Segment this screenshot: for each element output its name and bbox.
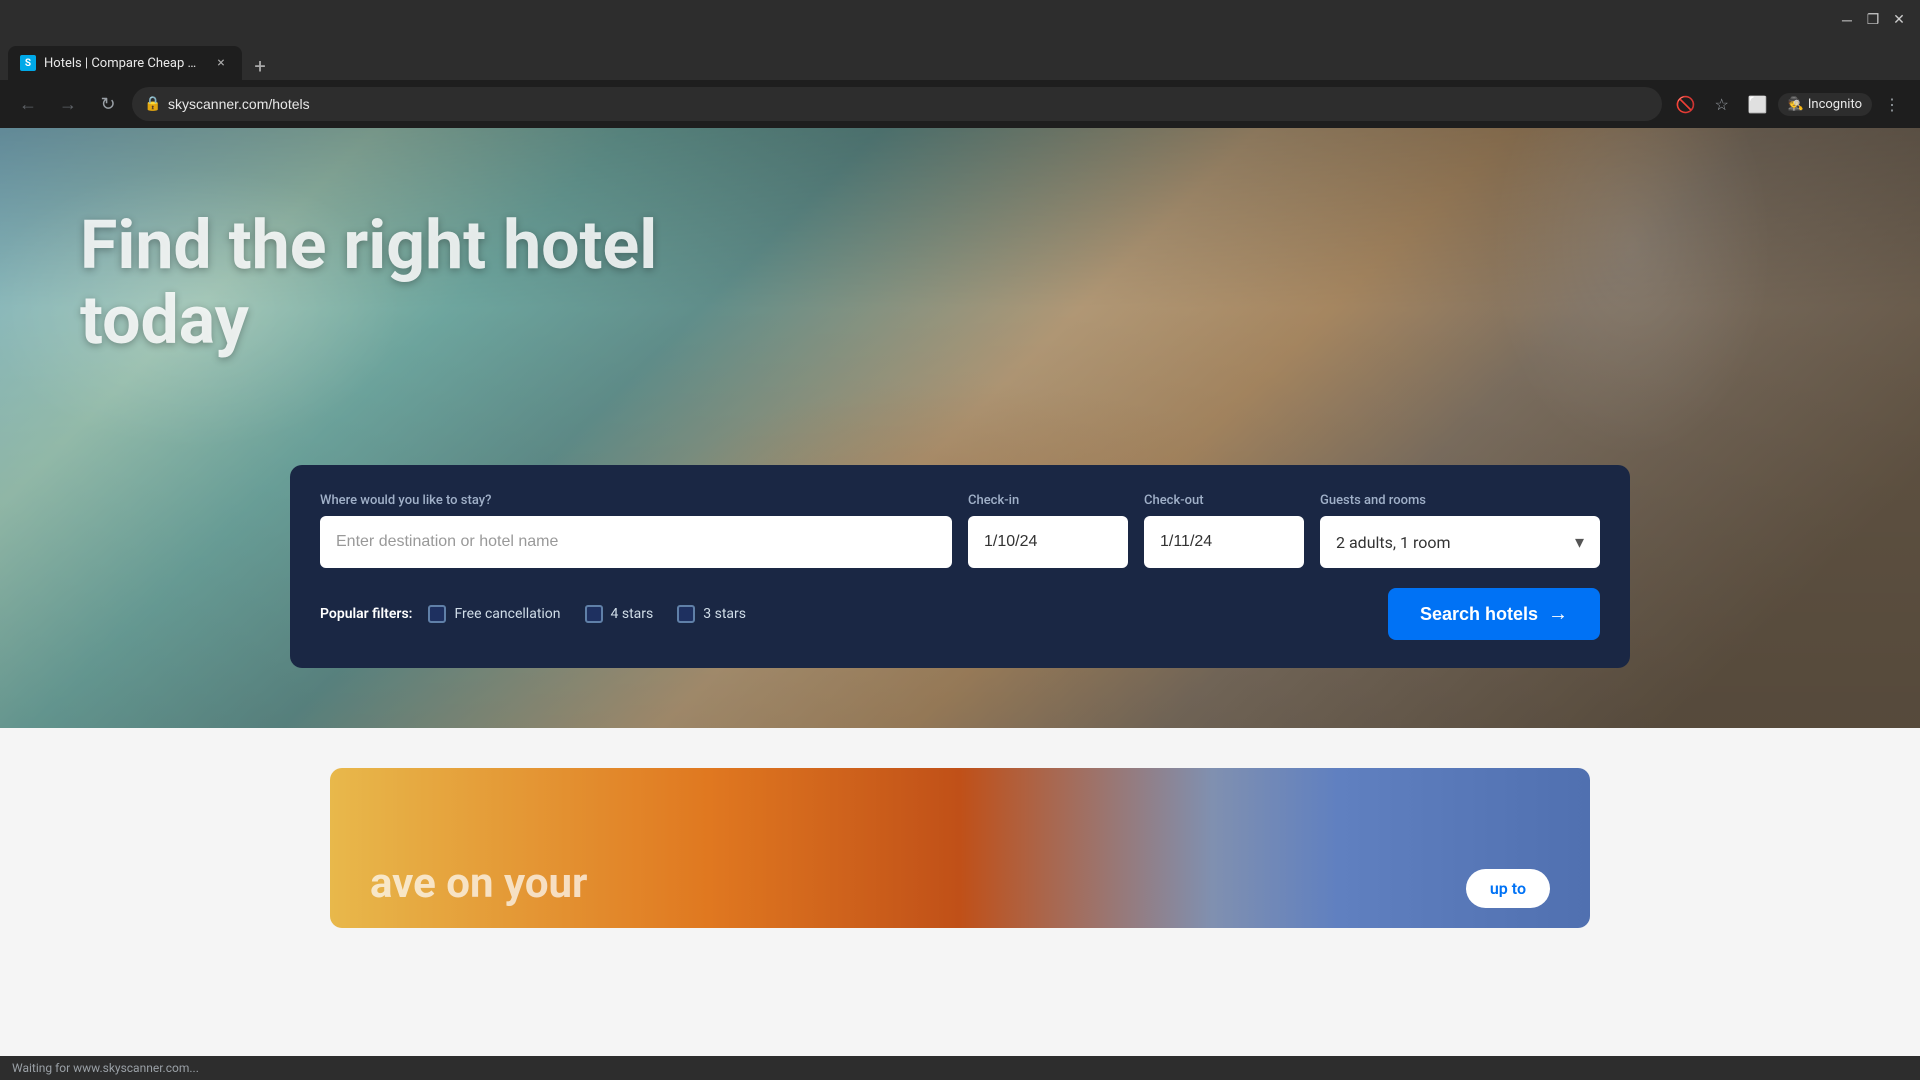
search-fields-row: Where would you like to stay? Check-in C… xyxy=(320,493,1600,568)
arrow-right-icon: → xyxy=(1548,603,1568,626)
cta-label: up to xyxy=(1490,879,1526,898)
nav-icons: 🚫 ☆ ⬜ 🕵 Incognito ⋮ xyxy=(1670,88,1908,120)
guests-selector[interactable]: 2 adults, 1 room ▾ xyxy=(1320,516,1600,568)
filters-row: Popular filters: Free cancellation 4 sta… xyxy=(320,588,1600,640)
tab-bar: S Hotels | Compare Cheap Hotel × + xyxy=(0,40,1920,80)
card-text: ave on your xyxy=(370,859,587,908)
guests-label: Guests and rooms xyxy=(1320,493,1600,508)
status-text: Waiting for www.skyscanner.com... xyxy=(12,1061,199,1075)
three-stars-filter[interactable]: 3 stars xyxy=(677,605,746,623)
bookmark-icon[interactable]: ☆ xyxy=(1706,88,1738,120)
search-panel: Where would you like to stay? Check-in C… xyxy=(290,465,1630,668)
four-stars-label: 4 stars xyxy=(611,606,654,622)
address-input[interactable] xyxy=(132,87,1662,121)
four-stars-filter[interactable]: 4 stars xyxy=(585,605,654,623)
close-button[interactable]: ✕ xyxy=(1890,11,1908,29)
incognito-label: Incognito xyxy=(1808,97,1862,112)
new-tab-button[interactable]: + xyxy=(246,52,274,80)
tab-favicon: S xyxy=(20,55,36,71)
window-controls: ─ ❐ ✕ xyxy=(1838,11,1908,29)
bottom-section: ave on your up to xyxy=(0,728,1920,1080)
checkin-input[interactable] xyxy=(984,533,1112,551)
guests-value: 2 adults, 1 room xyxy=(1336,533,1451,552)
extension-icon[interactable]: ⬜ xyxy=(1742,88,1774,120)
popular-filters-label: Popular filters: xyxy=(320,606,412,622)
minimize-button[interactable]: ─ xyxy=(1838,11,1856,29)
free-cancellation-label: Free cancellation xyxy=(454,606,560,622)
address-bar-container: 🔒 xyxy=(132,87,1662,121)
menu-button[interactable]: ⋮ xyxy=(1876,88,1908,120)
card-cta-button[interactable]: up to xyxy=(1466,869,1550,908)
no-image-icon[interactable]: 🚫 xyxy=(1670,88,1702,120)
checkout-input-wrapper[interactable] xyxy=(1144,516,1304,568)
checkin-label: Check-in xyxy=(968,493,1128,508)
destination-field-group: Where would you like to stay? xyxy=(320,493,952,568)
forward-button[interactable]: → xyxy=(52,88,84,120)
title-bar: ─ ❐ ✕ xyxy=(0,0,1920,40)
promo-card: ave on your up to xyxy=(330,768,1590,928)
nav-bar: ← → ↻ 🔒 🚫 ☆ ⬜ 🕵 Incognito ⋮ xyxy=(0,80,1920,128)
back-button[interactable]: ← xyxy=(12,88,44,120)
tab-title: Hotels | Compare Cheap Hotel xyxy=(44,56,204,71)
three-stars-checkbox[interactable] xyxy=(677,605,695,623)
tab-close-button[interactable]: × xyxy=(212,54,230,72)
hero-section: Find the right hotel today Where would y… xyxy=(0,128,1920,728)
refresh-button[interactable]: ↻ xyxy=(92,88,124,120)
incognito-badge: 🕵 Incognito xyxy=(1778,93,1872,116)
destination-label: Where would you like to stay? xyxy=(320,493,952,508)
checkout-input[interactable] xyxy=(1160,533,1288,551)
incognito-icon: 🕵 xyxy=(1788,97,1804,112)
free-cancellation-filter[interactable]: Free cancellation xyxy=(428,605,560,623)
status-bar: Waiting for www.skyscanner.com... xyxy=(0,1056,1920,1080)
checkout-label: Check-out xyxy=(1144,493,1304,508)
three-stars-label: 3 stars xyxy=(703,606,746,622)
page-content: Find the right hotel today Where would y… xyxy=(0,128,1920,1080)
checkin-field-group: Check-in xyxy=(968,493,1128,568)
lock-icon: 🔒 xyxy=(144,96,161,112)
guests-field-group: Guests and rooms 2 adults, 1 room ▾ xyxy=(1320,493,1600,568)
destination-input-wrapper[interactable] xyxy=(320,516,952,568)
four-stars-checkbox[interactable] xyxy=(585,605,603,623)
destination-input[interactable] xyxy=(336,533,936,551)
search-hotels-button[interactable]: Search hotels → xyxy=(1388,588,1600,640)
chevron-down-icon: ▾ xyxy=(1575,532,1584,553)
checkout-field-group: Check-out xyxy=(1144,493,1304,568)
active-tab[interactable]: S Hotels | Compare Cheap Hotel × xyxy=(8,46,242,80)
free-cancellation-checkbox[interactable] xyxy=(428,605,446,623)
maximize-button[interactable]: ❐ xyxy=(1864,11,1882,29)
search-button-label: Search hotels xyxy=(1420,604,1538,625)
browser-chrome: ─ ❐ ✕ S Hotels | Compare Cheap Hotel × +… xyxy=(0,0,1920,128)
hero-title: Find the right hotel today xyxy=(80,208,680,358)
card-overlay: ave on your up to xyxy=(370,859,1550,908)
checkin-input-wrapper[interactable] xyxy=(968,516,1128,568)
